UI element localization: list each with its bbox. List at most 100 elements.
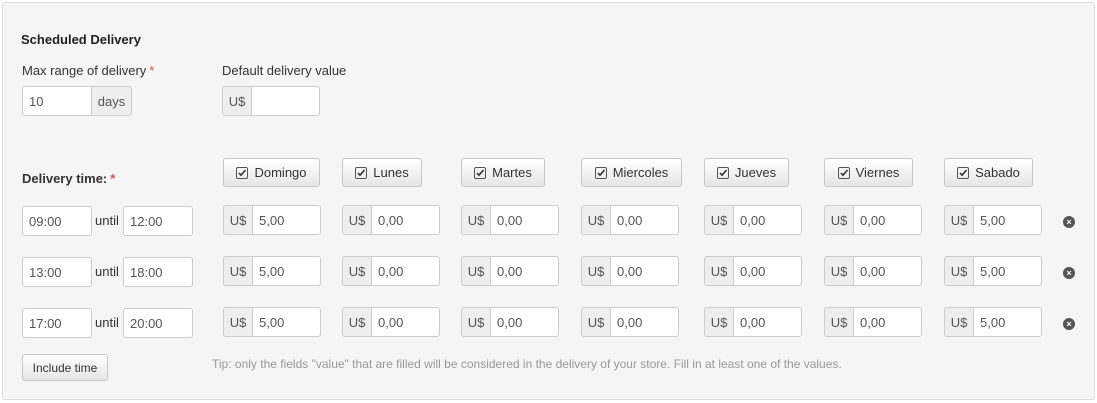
price-input-viernes[interactable] (853, 256, 922, 286)
remove-circle-icon[interactable]: × (1063, 318, 1075, 330)
remove-circle-icon[interactable]: × (1063, 216, 1075, 228)
price-group: U$ (342, 307, 440, 337)
currency-addon: U$ (342, 205, 371, 235)
checkbox-checked-icon (837, 166, 850, 179)
price-group: U$ (824, 307, 922, 337)
days-addon: days (92, 86, 132, 116)
price-group: U$ (581, 205, 679, 235)
price-group: U$ (342, 205, 440, 235)
currency-addon: U$ (461, 205, 490, 235)
currency-addon: U$ (223, 307, 252, 337)
price-input-viernes[interactable] (853, 205, 922, 235)
price-input-jueves[interactable] (733, 307, 802, 337)
price-input-jueves[interactable] (733, 256, 802, 286)
price-input-lunes[interactable] (371, 205, 440, 235)
default-value-label: Default delivery value (222, 63, 347, 78)
time-to-input[interactable] (123, 257, 193, 287)
max-range-group: days (22, 86, 132, 116)
price-input-jueves[interactable] (733, 205, 802, 235)
day-toggle-3[interactable]: Miercoles (581, 158, 682, 187)
tip-text: Tip: only the fields "value" that are fi… (212, 357, 842, 371)
scheduled-delivery-panel (2, 2, 1095, 400)
day-toggle-1[interactable]: Lunes (342, 158, 422, 187)
day-label: Sabado (975, 165, 1020, 180)
price-group: U$ (944, 307, 1042, 337)
price-input-miercoles[interactable] (610, 307, 679, 337)
currency-addon: U$ (461, 256, 490, 286)
delivery-time-label-text: Delivery time: (22, 171, 108, 186)
price-group: U$ (704, 307, 802, 337)
price-input-martes[interactable] (490, 307, 559, 337)
currency-addon: U$ (704, 205, 733, 235)
required-mark: * (149, 63, 155, 78)
time-to-input[interactable] (123, 308, 193, 338)
until-label: until (95, 264, 119, 279)
default-value-input[interactable] (251, 86, 320, 116)
price-input-miercoles[interactable] (610, 256, 679, 286)
price-input-domingo[interactable] (252, 256, 321, 286)
currency-addon: U$ (944, 205, 973, 235)
currency-addon: U$ (461, 307, 490, 337)
day-toggle-2[interactable]: Martes (461, 158, 545, 187)
price-group: U$ (461, 205, 559, 235)
default-value-group: U$ (222, 86, 320, 116)
price-group: U$ (704, 256, 802, 286)
day-label: Martes (492, 165, 532, 180)
delivery-time-label: Delivery time: * (22, 171, 115, 186)
price-input-martes[interactable] (490, 205, 559, 235)
day-toggle-0[interactable]: Domingo (223, 158, 320, 187)
time-from-input[interactable] (22, 257, 92, 287)
currency-addon: U$ (222, 86, 251, 116)
day-label: Lunes (373, 165, 409, 180)
day-toggle-6[interactable]: Sabado (944, 158, 1033, 187)
price-input-domingo[interactable] (252, 307, 321, 337)
price-input-miercoles[interactable] (610, 205, 679, 235)
price-group: U$ (223, 256, 321, 286)
price-input-sabado[interactable] (973, 307, 1042, 337)
currency-addon: U$ (581, 256, 610, 286)
price-input-lunes[interactable] (371, 256, 440, 286)
currency-addon: U$ (824, 307, 853, 337)
day-label: Miercoles (612, 165, 669, 180)
time-to-input[interactable] (123, 206, 193, 236)
currency-addon: U$ (704, 256, 733, 286)
until-label: until (95, 213, 119, 228)
currency-addon: U$ (342, 307, 371, 337)
currency-addon: U$ (944, 256, 973, 286)
price-input-sabado[interactable] (973, 256, 1042, 286)
max-range-label: Max range of delivery * (22, 63, 154, 78)
price-group: U$ (581, 256, 679, 286)
price-input-sabado[interactable] (973, 205, 1042, 235)
currency-addon: U$ (581, 307, 610, 337)
max-range-input[interactable] (22, 86, 92, 116)
remove-circle-icon[interactable]: × (1063, 267, 1075, 279)
max-range-label-text: Max range of delivery (22, 63, 147, 78)
price-group: U$ (824, 205, 922, 235)
checkbox-checked-icon (716, 166, 729, 179)
time-from-input[interactable] (22, 308, 92, 338)
price-group: U$ (461, 307, 559, 337)
price-input-domingo[interactable] (252, 205, 321, 235)
currency-addon: U$ (223, 256, 252, 286)
price-group: U$ (824, 256, 922, 286)
price-group: U$ (944, 256, 1042, 286)
currency-addon: U$ (581, 205, 610, 235)
price-input-viernes[interactable] (853, 307, 922, 337)
day-toggle-5[interactable]: Viernes (824, 158, 913, 187)
include-time-button[interactable]: Include time (22, 354, 108, 381)
checkbox-checked-icon (957, 166, 970, 179)
checkbox-checked-icon (474, 166, 487, 179)
price-group: U$ (944, 205, 1042, 235)
day-label: Jueves (734, 165, 777, 180)
currency-addon: U$ (824, 205, 853, 235)
checkbox-checked-icon (594, 166, 607, 179)
currency-addon: U$ (944, 307, 973, 337)
checkbox-checked-icon (355, 166, 368, 179)
currency-addon: U$ (342, 256, 371, 286)
price-input-martes[interactable] (490, 256, 559, 286)
day-toggle-4[interactable]: Jueves (704, 158, 789, 187)
price-input-lunes[interactable] (371, 307, 440, 337)
time-from-input[interactable] (22, 206, 92, 236)
price-group: U$ (223, 205, 321, 235)
section-title: Scheduled Delivery (21, 32, 141, 47)
